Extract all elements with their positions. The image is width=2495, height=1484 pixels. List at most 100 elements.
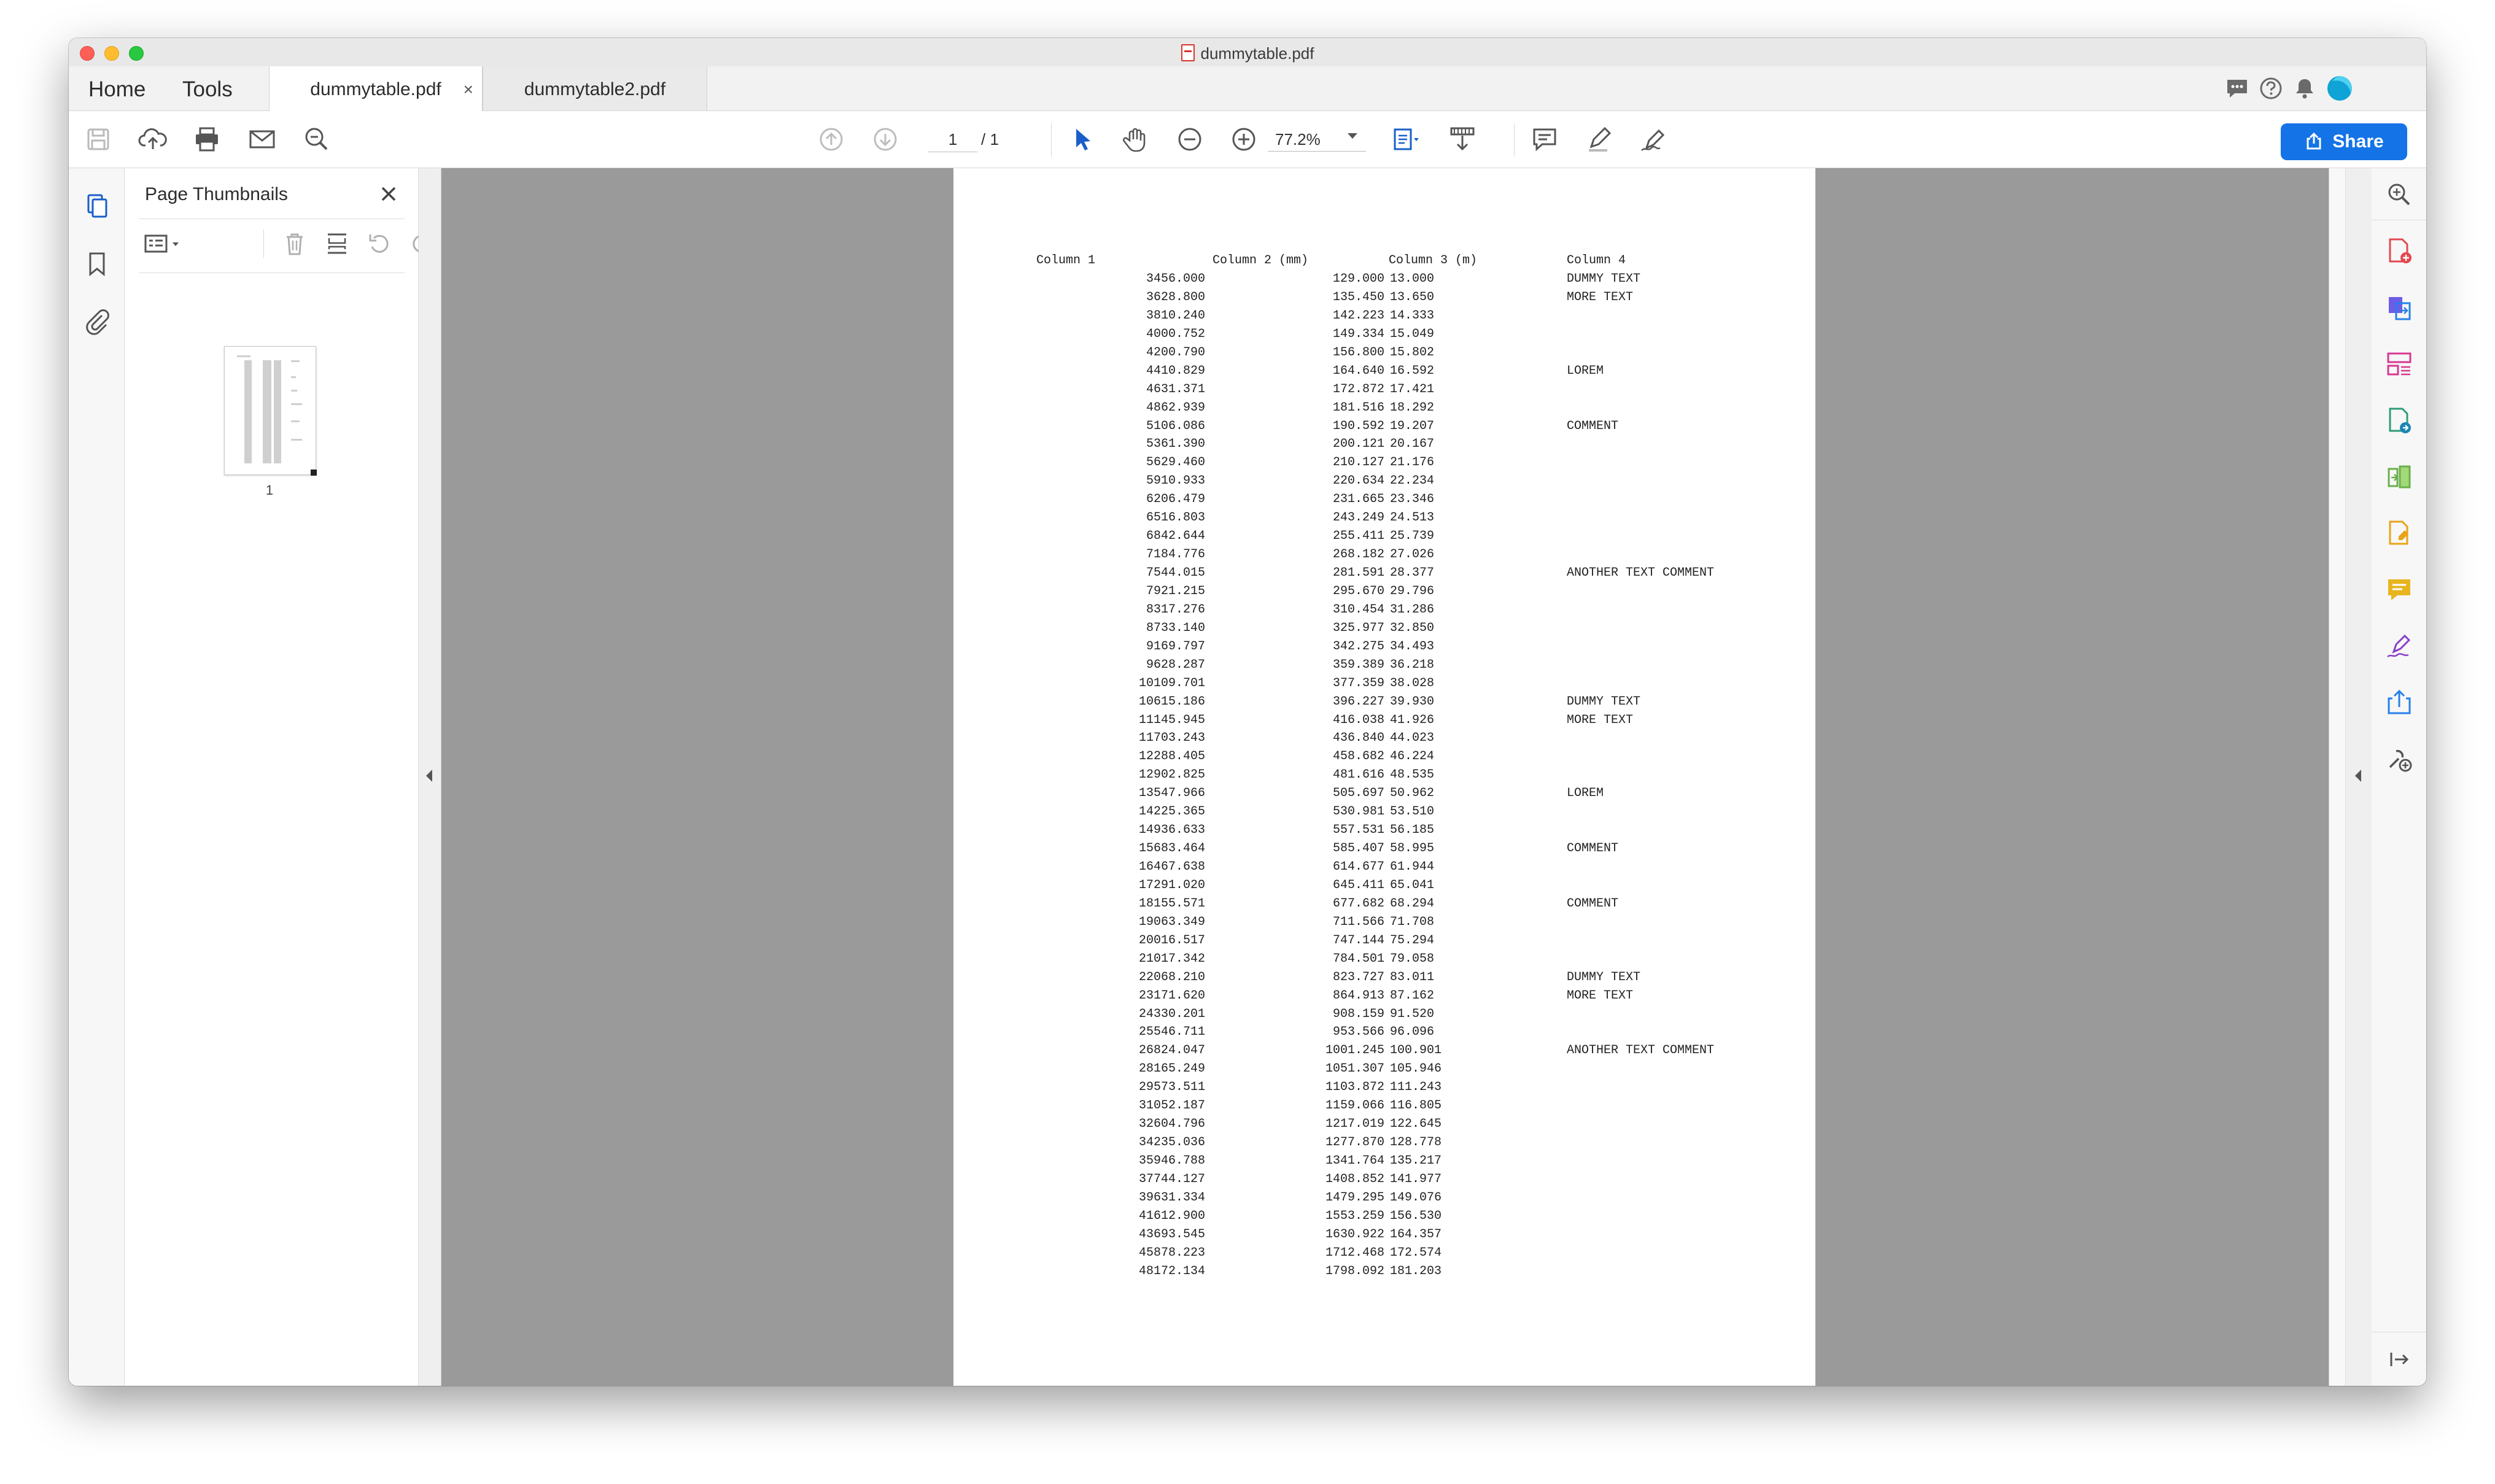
cell-column-1: 21017.342 bbox=[1138, 951, 1205, 966]
table-row: 35946.788 1341.764 135.217 bbox=[953, 1154, 1815, 1172]
cell-column-1: 15683.464 bbox=[1138, 841, 1205, 856]
vertical-scrollbar[interactable] bbox=[2329, 168, 2346, 1386]
cell-column-1: 13547.966 bbox=[1138, 786, 1205, 801]
scroll-mode-icon[interactable] bbox=[1446, 123, 1478, 155]
bell-icon[interactable] bbox=[2291, 75, 2318, 102]
cell-column-3: 135.217 bbox=[1390, 1154, 1442, 1168]
cell-column-2: 210.127 bbox=[1332, 455, 1384, 470]
zoom-out-icon[interactable] bbox=[1174, 123, 1206, 155]
cell-column-3: 28.377 bbox=[1390, 566, 1435, 580]
table-row: 5629.460 210.127 21.176 bbox=[953, 455, 1815, 474]
zoom-in-icon[interactable] bbox=[1228, 123, 1260, 155]
tools-nav[interactable]: Tools bbox=[182, 77, 233, 102]
cell-column-3: 38.028 bbox=[1390, 676, 1435, 690]
cell-column-2: 1341.764 bbox=[1325, 1154, 1384, 1168]
rotate-left-icon[interactable] bbox=[365, 230, 394, 258]
page-thumbnail[interactable] bbox=[224, 346, 317, 476]
table-row: 11703.243 436.840 44.023 bbox=[953, 731, 1815, 749]
tab-dummytable[interactable]: dummytable.pdf × bbox=[269, 66, 483, 111]
cell-column-2: 231.665 bbox=[1332, 492, 1384, 507]
hand-tool-icon[interactable] bbox=[1120, 123, 1152, 155]
page-number-input[interactable]: 1 bbox=[928, 126, 977, 152]
cell-column-2: 711.566 bbox=[1332, 914, 1384, 929]
home-nav[interactable]: Home bbox=[88, 77, 146, 102]
print-icon[interactable] bbox=[191, 123, 223, 155]
cell-column-3: 75.294 bbox=[1390, 933, 1435, 948]
tab-dummytable2[interactable]: dummytable2.pdf bbox=[483, 66, 707, 110]
table-row: 29573.511 1103.872 111.243 bbox=[953, 1080, 1815, 1099]
close-icon[interactable] bbox=[378, 183, 400, 205]
delete-page-icon[interactable] bbox=[281, 230, 309, 258]
comment-tool-icon[interactable] bbox=[2384, 574, 2415, 605]
sign-icon[interactable] bbox=[1637, 123, 1669, 155]
cell-column-2: 747.144 bbox=[1332, 933, 1384, 948]
page-thumbnails-icon[interactable] bbox=[82, 191, 112, 221]
user-avatar-icon[interactable] bbox=[2326, 75, 2353, 102]
cell-column-2: 325.977 bbox=[1332, 620, 1384, 635]
insert-page-icon[interactable] bbox=[323, 230, 351, 258]
email-icon[interactable] bbox=[246, 123, 278, 155]
tab-close-button[interactable]: × bbox=[464, 66, 473, 113]
cell-column-2: 359.389 bbox=[1332, 657, 1384, 672]
cell-column-4: COMMENT bbox=[1567, 841, 1619, 856]
export-pdf-icon[interactable] bbox=[2384, 292, 2415, 323]
cell-column-3: 56.185 bbox=[1390, 823, 1435, 838]
send-share-icon[interactable] bbox=[2384, 687, 2415, 718]
cell-column-1: 4000.752 bbox=[1146, 327, 1205, 341]
select-arrow-icon[interactable] bbox=[1066, 123, 1098, 155]
add-comment-icon[interactable] bbox=[1529, 123, 1561, 155]
table-row: 20016.517 747.144 75.294 bbox=[953, 933, 1815, 952]
fill-sign-icon[interactable] bbox=[2384, 518, 2415, 549]
share-button[interactable]: Share bbox=[2281, 123, 2407, 160]
cell-column-2: 268.182 bbox=[1332, 547, 1384, 562]
table-row: 11145.945 416.038 41.926 MORE TEXT bbox=[953, 713, 1815, 732]
cell-column-2: 135.450 bbox=[1332, 290, 1384, 304]
cell-column-2: 1277.870 bbox=[1325, 1135, 1384, 1150]
cell-column-3: 128.778 bbox=[1390, 1135, 1442, 1150]
bookmark-icon[interactable] bbox=[82, 249, 112, 279]
cell-column-1: 7184.776 bbox=[1146, 547, 1205, 562]
table-row: 26824.047 1001.245 100.901 ANOTHER TEXT COM… bbox=[953, 1043, 1815, 1062]
collapse-left-panel-icon[interactable] bbox=[426, 770, 432, 782]
cell-column-3: 111.243 bbox=[1390, 1080, 1442, 1095]
cell-column-4: DUMMY TEXT bbox=[1567, 694, 1641, 709]
share-label: Share bbox=[2332, 131, 2384, 152]
cell-column-3: 25.739 bbox=[1390, 529, 1435, 544]
fit-page-icon[interactable] bbox=[1389, 123, 1421, 155]
table-row: 6842.644 255.411 25.739 bbox=[953, 529, 1815, 547]
cloud-upload-icon[interactable] bbox=[137, 123, 169, 155]
cell-column-3: 105.946 bbox=[1390, 1062, 1442, 1076]
thumbnail-options-icon[interactable] bbox=[143, 230, 186, 258]
previous-page-icon[interactable] bbox=[815, 123, 847, 155]
thumbnail-resize-handle[interactable] bbox=[311, 470, 317, 476]
cell-column-2: 243.249 bbox=[1332, 511, 1384, 525]
save-icon[interactable] bbox=[82, 123, 114, 155]
cell-column-1: 5910.933 bbox=[1146, 474, 1205, 489]
compare-files-icon[interactable] bbox=[2384, 462, 2415, 492]
cell-column-3: 14.333 bbox=[1390, 308, 1435, 323]
expand-right-pane-icon[interactable] bbox=[2355, 770, 2361, 782]
highlight-pen-icon[interactable] bbox=[1583, 123, 1615, 155]
cell-column-1: 45878.223 bbox=[1138, 1245, 1205, 1260]
table-row: 9628.287 359.389 36.218 bbox=[953, 658, 1815, 676]
cell-column-3: 34.493 bbox=[1390, 639, 1435, 654]
cell-column-1: 14225.365 bbox=[1138, 805, 1205, 819]
help-icon[interactable] bbox=[2257, 75, 2284, 102]
organize-pages-icon[interactable] bbox=[2384, 349, 2415, 379]
zoom-dropdown-chevron-icon[interactable] bbox=[1348, 133, 1357, 139]
collapse-tools-pane-icon[interactable] bbox=[2384, 1344, 2415, 1375]
zoom-search-icon[interactable] bbox=[2384, 179, 2415, 210]
create-pdf-icon[interactable] bbox=[2384, 236, 2415, 266]
signature-tool-icon[interactable] bbox=[2384, 631, 2415, 662]
next-page-icon[interactable] bbox=[869, 123, 901, 155]
cell-column-2: 1712.468 bbox=[1325, 1245, 1384, 1260]
attachment-paperclip-icon[interactable] bbox=[82, 307, 112, 336]
zoom-level-field[interactable]: 77.2% bbox=[1268, 126, 1366, 152]
search-zoom-icon[interactable] bbox=[301, 123, 333, 155]
edit-pdf-icon[interactable] bbox=[2384, 405, 2415, 436]
table-row: 6516.803 243.249 24.513 bbox=[953, 511, 1815, 529]
cell-column-3: 22.234 bbox=[1390, 474, 1435, 489]
cell-column-2: 416.038 bbox=[1332, 713, 1384, 727]
comment-bubble-icon[interactable] bbox=[2224, 75, 2251, 102]
more-tools-icon[interactable] bbox=[2384, 744, 2415, 775]
